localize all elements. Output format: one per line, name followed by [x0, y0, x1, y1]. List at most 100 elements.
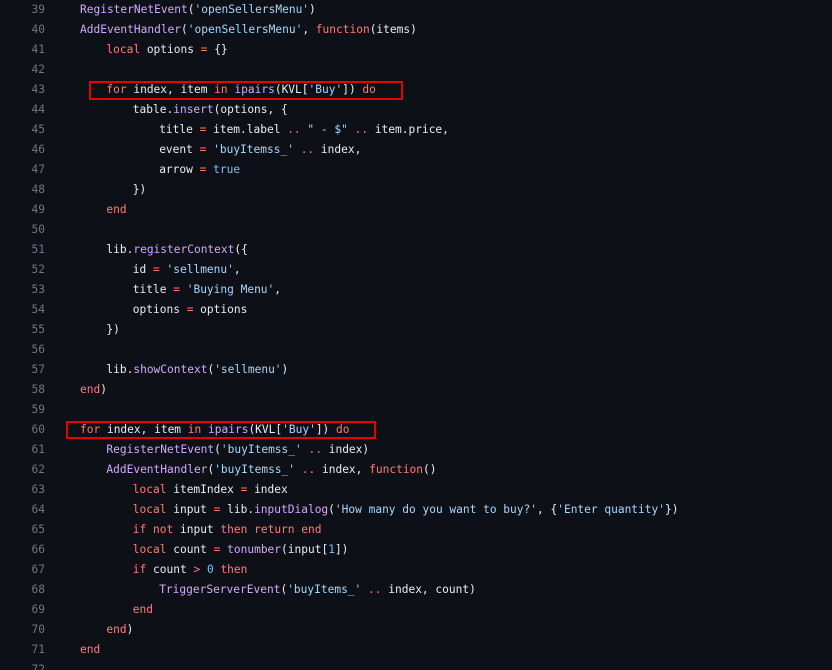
line-number: 44: [31, 103, 45, 116]
line-number: 64: [31, 503, 45, 516]
code-token: item.label: [206, 123, 288, 136]
code-line: 70 end): [0, 620, 832, 640]
code-token: TriggerServerEvent: [159, 583, 281, 596]
code-text: title = 'Buying Menu',: [80, 280, 281, 300]
code-token: 'buyItemss_': [220, 443, 302, 456]
code-token: item.price,: [368, 123, 449, 136]
code-token: ..: [300, 143, 315, 156]
code-token: index,: [314, 143, 362, 156]
line-number: 70: [31, 623, 45, 636]
code-token: count: [146, 563, 194, 576]
code-token: end: [106, 623, 127, 636]
code-text: title = item.label .. " - $" .. item.pri…: [80, 120, 449, 140]
code-token: }): [106, 323, 120, 336]
code-line: 65 if not input then return end: [0, 520, 832, 540]
line-number: 47: [31, 163, 45, 176]
code-token: ipairs: [208, 423, 249, 436]
code-line: 52 id = 'sellmenu',: [0, 260, 832, 280]
code-line: 48}): [0, 180, 832, 200]
code-token: ): [100, 383, 107, 396]
code-line: 67 if count > 0 then: [0, 560, 832, 580]
code-token: ..: [287, 123, 301, 136]
code-token: ,: [233, 263, 241, 276]
code-token: function: [315, 23, 370, 36]
code-line: 43 for index, item in ipairs(KVL['Buy']) …: [0, 80, 832, 100]
code-token: end: [80, 383, 101, 396]
code-line: 61 RegisterNetEvent('buyItemss_' .. index…: [0, 440, 832, 460]
code-line: 40 AddEventHandler('openSellersMenu', fun…: [0, 20, 832, 40]
code-token: " - $": [307, 123, 348, 136]
code-token: ({: [234, 243, 248, 256]
code-token: local: [132, 503, 167, 516]
line-number: 46: [31, 143, 45, 156]
code-token: registerContext: [133, 243, 235, 256]
code-text: local itemIndex = index: [80, 480, 288, 500]
code-token: local: [106, 43, 141, 56]
code-token: (: [214, 443, 221, 456]
code-token: input: [173, 523, 221, 536]
code-token: then: [220, 523, 248, 536]
code-token: do: [362, 83, 376, 96]
line-number: 40: [31, 23, 45, 36]
code-token: AddEventHandler: [80, 23, 182, 36]
code-line: 39 RegisterNetEvent('openSellersMenu'): [0, 0, 832, 20]
line-number: 58: [31, 383, 45, 396]
code-line: 59: [0, 400, 832, 420]
code-token: then: [220, 563, 248, 576]
code-token: 'Buy': [308, 83, 343, 96]
code-line: 42: [0, 60, 832, 80]
code-token: ): [281, 363, 289, 376]
code-token: local: [132, 543, 167, 556]
code-token: (KVL[: [274, 83, 309, 96]
code-token: ]): [342, 83, 363, 96]
code-line: 46 event = 'buyItemss_' .. index,: [0, 140, 832, 160]
code-token: ..: [368, 583, 382, 596]
code-line: 72: [0, 660, 832, 670]
code-token: options: [132, 303, 187, 316]
code-token: insert: [173, 103, 214, 116]
code-token: (options, {: [213, 103, 288, 116]
code-text: end): [80, 620, 133, 640]
code-line: 55}): [0, 320, 832, 340]
code-token: itemIndex: [166, 483, 241, 496]
line-number: 49: [31, 203, 45, 216]
code-token: title: [159, 123, 200, 136]
code-text: lib.showContext('sellmenu'): [80, 360, 288, 380]
code-token: 1: [328, 543, 335, 556]
code-line: 56: [0, 340, 832, 360]
code-token: 'Buy': [282, 423, 316, 436]
code-text: end: [80, 600, 153, 620]
code-text: local count = tonumber(input[1]): [80, 540, 349, 560]
code-token: 'openSellersMenu': [187, 23, 303, 36]
line-number: 54: [31, 303, 45, 316]
code-token: lib.: [220, 503, 255, 516]
code-token: index: [247, 483, 288, 496]
code-token: in: [214, 83, 228, 96]
code-token: if: [132, 523, 147, 536]
code-token: arrow: [159, 163, 200, 176]
code-line: 62 AddEventHandler('buyItemss_' .. index,…: [0, 460, 832, 480]
line-number: 65: [31, 523, 45, 536]
line-number: 68: [31, 583, 45, 596]
code-text: event = 'buyItemss_' .. index,: [80, 140, 361, 160]
code-token: for: [106, 83, 127, 96]
line-number: 55: [31, 323, 45, 336]
code-line: 68 TriggerServerEvent('buyItems_' .. inde…: [0, 580, 832, 600]
code-token: function: [369, 463, 424, 476]
code-token: count: [166, 543, 214, 556]
code-token: showContext: [133, 363, 208, 376]
code-token: input: [166, 503, 214, 516]
code-token: options: [140, 43, 201, 56]
code-text: RegisterNetEvent('buyItemss_' .. index): [80, 440, 369, 460]
code-token: index): [321, 443, 370, 456]
code-line: 53 title = 'Buying Menu',: [0, 280, 832, 300]
line-number: 42: [31, 63, 45, 76]
code-token: return: [254, 523, 295, 536]
line-number: 66: [31, 543, 45, 556]
line-number: 71: [31, 643, 45, 656]
